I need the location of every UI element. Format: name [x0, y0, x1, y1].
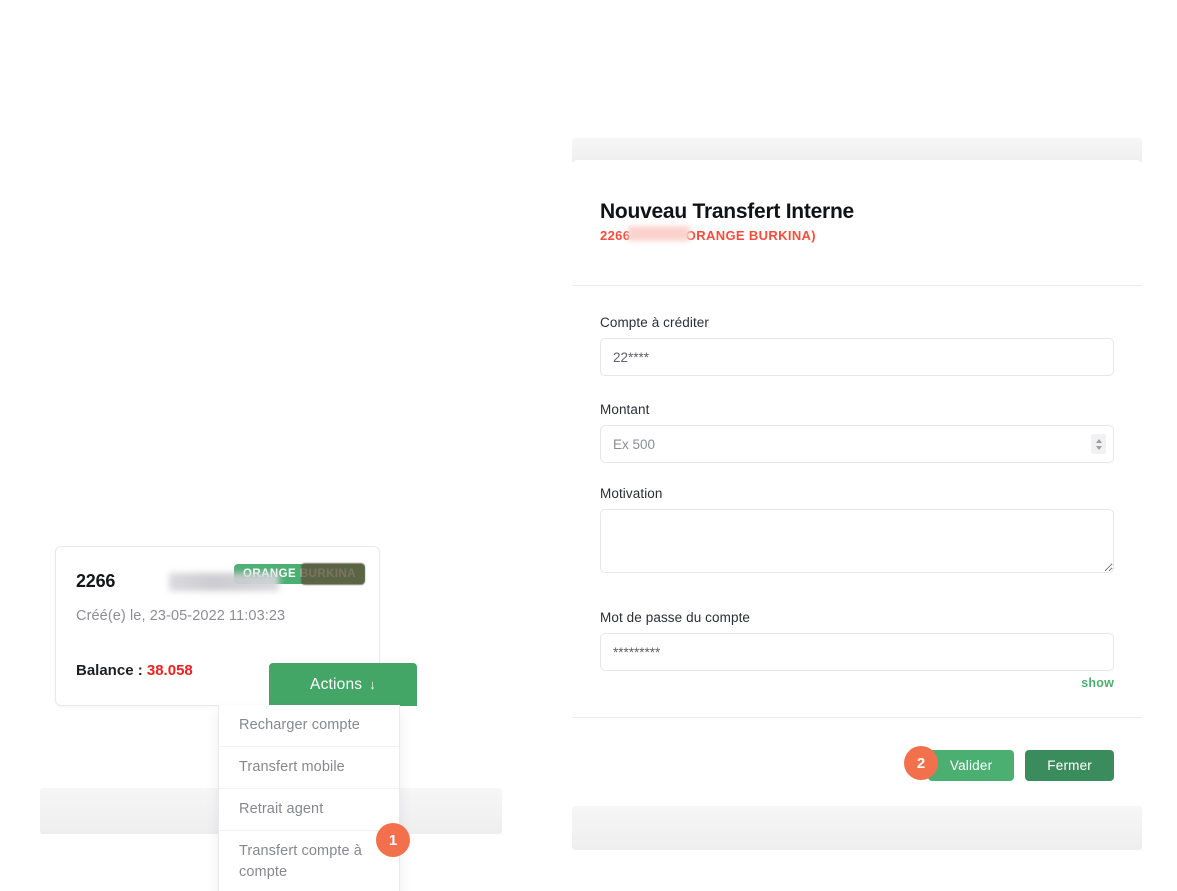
field-label-compte-a-crediter: Compte à créditer	[600, 315, 709, 330]
transfer-modal: Nouveau Transfert Interne 2266 ORANGE BU…	[572, 160, 1142, 798]
field-montant: Montant	[600, 402, 1114, 463]
chevron-down-icon: ↓	[369, 677, 376, 692]
modal-divider-top	[572, 285, 1142, 286]
validate-button[interactable]: Valider	[927, 749, 1015, 781]
actions-button[interactable]: Actions ↓	[269, 663, 417, 706]
step-badge-1-label: 1	[388, 831, 398, 849]
amount-stepper[interactable]	[1091, 434, 1106, 454]
modal-title: Nouveau Transfert Interne	[600, 200, 854, 223]
field-compte-a-crediter: Compte à créditer	[600, 315, 1114, 376]
actions-button-label: Actions	[310, 675, 363, 693]
stepper-down-icon	[1095, 445, 1102, 450]
step-badge-1: 1	[376, 823, 410, 857]
account-to-credit-input[interactable]	[600, 338, 1114, 376]
modal-subtitle-redaction	[628, 226, 690, 241]
password-input[interactable]	[600, 633, 1114, 671]
modal-divider-footer	[572, 717, 1142, 718]
step-badge-2: 2	[904, 746, 938, 780]
amount-input[interactable]	[600, 425, 1114, 463]
close-button[interactable]: Fermer	[1025, 749, 1114, 781]
modal-footer: Valider Fermer	[572, 740, 1142, 790]
account-created-date: Créé(e) le, 23-05-2022 11:03:23	[76, 608, 286, 624]
dropdown-item-transfert-mobile[interactable]: Transfert mobile	[219, 747, 399, 790]
background-bar-bottom-right	[572, 806, 1142, 850]
dropdown-item-label: Recharger compte	[239, 717, 360, 733]
step-badge-2-label: 2	[916, 754, 926, 772]
account-balance-value: 38.058	[146, 662, 193, 679]
dropdown-item-label: Transfert compte à compte	[239, 843, 362, 881]
field-label-mot-de-passe: Mot de passe du compte	[600, 610, 751, 625]
dropdown-item-transfert-compte-a-compte[interactable]: Transfert compte à compte	[219, 831, 399, 891]
field-mot-de-passe: Mot de passe du compte show	[600, 610, 1114, 690]
dropdown-item-label: Retrait agent	[239, 801, 324, 818]
dropdown-item-recharger-compte[interactable]: Recharger compte	[219, 705, 399, 748]
motivation-textarea[interactable]	[600, 509, 1114, 573]
dropdown-item-retrait-agent[interactable]: Retrait agent	[219, 789, 399, 832]
account-card: ORANGE BURKINA 2266 Créé(e) le, 23-05-20…	[55, 546, 417, 706]
screen-root: ORANGE BURKINA 2266 Créé(e) le, 23-05-20…	[0, 0, 1177, 891]
account-balance: Balance : 38.058	[76, 662, 193, 679]
show-password-link[interactable]: show	[1081, 676, 1114, 690]
actions-dropdown-menu: Recharger compte Transfert mobile Retrai…	[218, 705, 400, 891]
account-msisdn-redaction	[169, 573, 279, 591]
field-label-motivation: Motivation	[600, 486, 663, 501]
operator-badge-redaction	[301, 563, 365, 585]
stepper-up-icon	[1095, 438, 1102, 443]
account-msisdn: 2266	[76, 571, 116, 591]
dropdown-item-label: Transfert mobile	[239, 759, 345, 776]
field-label-montant: Montant	[600, 402, 650, 417]
field-motivation: Motivation	[600, 486, 1114, 578]
account-balance-label: Balance :	[76, 662, 147, 679]
